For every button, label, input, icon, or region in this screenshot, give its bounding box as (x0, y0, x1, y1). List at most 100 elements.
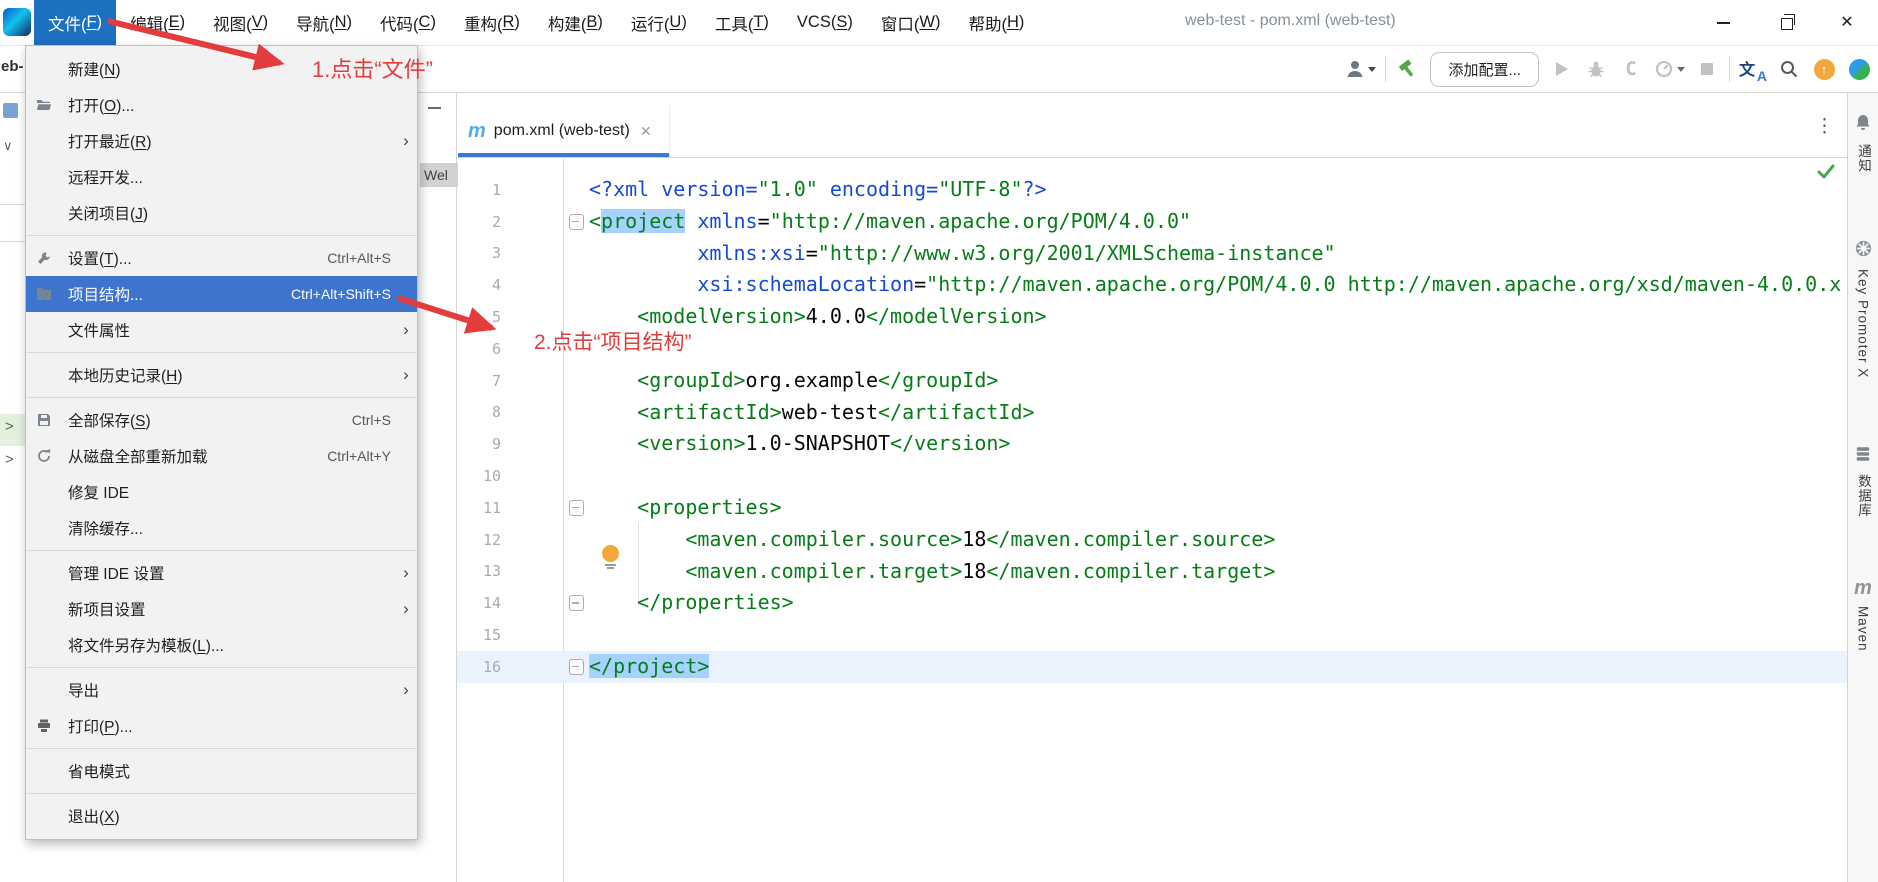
gradient-sphere-icon[interactable] (1846, 54, 1872, 84)
wrench-icon (36, 249, 62, 267)
code-line[interactable]: 1 <?xml version="1.0" encoding="UTF-8"?> (456, 174, 1848, 206)
menubar-item[interactable]: VCS(S) (783, 0, 867, 45)
menu-item[interactable]: 文件属性 › (26, 312, 417, 348)
menubar-item[interactable]: 视图(V) (199, 0, 282, 45)
menubar-item[interactable]: 帮助(H) (954, 0, 1038, 45)
menu-item[interactable]: 省电模式 (26, 753, 417, 789)
fold-marker-icon[interactable] (569, 213, 584, 230)
code-line[interactable]: 10 (456, 460, 1848, 492)
translate-icon[interactable]: 文A (1739, 54, 1767, 84)
search-icon[interactable] (1776, 54, 1802, 84)
menu-item-shortcut: Ctrl+S (351, 412, 391, 428)
menu-item[interactable]: 设置(T)... Ctrl+Alt+S (26, 240, 417, 276)
menu-item[interactable]: 本地历史记录(H) › (26, 357, 417, 393)
menubar-item[interactable]: 文件(F) (34, 0, 117, 45)
more-vertical-icon[interactable]: ⋮ (1815, 115, 1834, 138)
menubar-item[interactable]: 窗口(W) (867, 0, 955, 45)
code-line[interactable]: 2 <project xmlns="http://maven.apache.org… (456, 206, 1848, 238)
code-line[interactable]: 3 xmlns:xsi="http://www.w3.org/2001/XMLS… (456, 238, 1848, 270)
menu-item[interactable]: 关闭项目(J) (26, 195, 417, 231)
chevron-down-icon[interactable]: ∨ (3, 138, 13, 154)
menu-item[interactable]: 从磁盘全部重新加载 Ctrl+Alt+Y (26, 438, 417, 474)
update-arrow-icon[interactable]: ↑ (1811, 54, 1837, 84)
code-line[interactable]: 5 <modelVersion>4.0.0</modelVersion> (456, 301, 1848, 333)
restore-icon[interactable] (1754, 0, 1816, 45)
menu-item[interactable]: 打开最近(R) › (26, 123, 417, 159)
menu-item[interactable]: 新项目设置 › (26, 591, 417, 627)
menubar-item[interactable]: 构建(B) (534, 0, 617, 45)
menubar-item[interactable]: 工具(T) (701, 0, 783, 45)
stop-icon[interactable] (1694, 54, 1720, 84)
title-bar: 文件(F) 编辑(E) 视图(V) 导航(N) 代码(C) 重构(R) 构建(B) 运行(U)… (0, 0, 1878, 46)
menu-item[interactable]: 项目结构... Ctrl+Alt+Shift+S (26, 276, 417, 312)
debug-icon[interactable] (1583, 54, 1609, 84)
menu-item[interactable]: 清除缓存... (26, 510, 417, 546)
menu-item-label: 关闭项目(J) (68, 206, 149, 223)
fold-marker-icon[interactable] (569, 499, 584, 516)
tab-pom-xml[interactable]: m pom.xml (web-test) ✕ (458, 105, 670, 157)
file-menu-popup: 新建(N) 打开(O)... 打开最近(R) › 远程开发... 关闭项目(J) 设置(T)… (25, 45, 418, 840)
code-line[interactable]: 12 <maven.compiler.source>18</maven.comp… (456, 524, 1848, 556)
toolwindow-button[interactable]: m Maven (1848, 577, 1878, 652)
code-line[interactable]: 16 </project> (456, 650, 1848, 683)
submenu-arrow-icon: › (403, 680, 409, 699)
menu-item[interactable]: 打开(O)... (26, 87, 417, 123)
coverage-icon[interactable]: C (1618, 54, 1644, 84)
fold-marker-icon[interactable] (569, 658, 584, 675)
tool-window-edge: Wel (418, 93, 458, 882)
save-icon (36, 411, 62, 429)
hide-panel-icon[interactable] (428, 107, 441, 109)
code-line[interactable]: 14 </properties> (456, 587, 1848, 619)
menu-item-icon-slot (36, 564, 62, 582)
line-number: 14 (482, 594, 501, 613)
close-icon[interactable]: ✕ (1816, 0, 1878, 45)
code-text: <maven.compiler.target>18</maven.compile… (685, 558, 1276, 583)
intention-bulb-icon[interactable] (602, 545, 619, 569)
right-toolwindow-stripe: 通知 Key Promoter X 数据库 m Maven (1847, 93, 1878, 882)
code-viewport[interactable]: 1 <?xml version="1.0" encoding="UTF-8"?> 2… (456, 174, 1848, 683)
code-line[interactable]: 15 (456, 619, 1848, 651)
build-hammer-icon[interactable] (1395, 54, 1421, 84)
line-number: 15 (482, 626, 501, 645)
menu-separator (27, 397, 416, 398)
menu-item-label: 文件属性 (68, 323, 131, 340)
menu-item[interactable]: 管理 IDE 设置 › (26, 555, 417, 591)
menubar-item[interactable]: 代码(C) (366, 0, 450, 45)
menu-item[interactable]: 远程开发... (26, 159, 417, 195)
menu-item-shortcut: Ctrl+Alt+Y (327, 448, 391, 464)
user-icon[interactable] (1344, 54, 1377, 84)
menu-item[interactable]: 将文件另存为模板(L)... (26, 627, 417, 663)
menu-item[interactable]: 打印(P)... (26, 708, 417, 744)
toolbar-actions: 添加配置... C 文 A ↑ (1344, 46, 1872, 92)
profiler-icon[interactable] (1653, 54, 1685, 84)
chevron-right-icon[interactable]: > (5, 418, 14, 435)
menu-item[interactable]: 导出 › (26, 672, 417, 708)
code-line[interactable]: 9 <version>1.0-SNAPSHOT</version> (456, 428, 1848, 460)
menubar-item[interactable]: 重构(R) (450, 0, 534, 45)
code-line[interactable]: 8 <artifactId>web-test</artifactId> (456, 397, 1848, 429)
code-line[interactable]: 7 <groupId>org.example</groupId> (456, 365, 1848, 397)
menu-item[interactable]: 全部保存(S) Ctrl+S (26, 402, 417, 438)
close-tab-icon[interactable]: ✕ (640, 123, 652, 140)
menubar-item[interactable]: 运行(U) (617, 0, 701, 45)
menubar-item[interactable]: 编辑(E) (116, 0, 199, 45)
code-line[interactable]: 6 (456, 333, 1848, 365)
menu-item[interactable]: 新建(N) (26, 51, 417, 87)
code-text: <maven.compiler.source>18</maven.compile… (685, 526, 1276, 551)
toolwindow-button[interactable]: 通知 (1848, 113, 1878, 173)
toolwindow-button[interactable]: 数据库 (1848, 445, 1878, 518)
editor-tab-bar: m pom.xml (web-test) ✕ (456, 93, 1848, 158)
code-line[interactable]: 11 <properties> (456, 492, 1848, 524)
minimize-icon[interactable] (1692, 0, 1754, 45)
chevron-right-icon[interactable]: > (5, 451, 14, 468)
menu-item[interactable]: 修复 IDE (26, 474, 417, 510)
menubar-item[interactable]: 导航(N) (282, 0, 366, 45)
toolwindow-button[interactable]: Key Promoter X (1848, 239, 1878, 378)
fold-marker-icon[interactable] (569, 595, 584, 612)
menu-item-label: 新建(N) (68, 62, 121, 79)
menu-item[interactable]: 退出(X) (26, 798, 417, 834)
run-icon[interactable] (1548, 54, 1574, 84)
code-line[interactable]: 4 xsi:schemaLocation="http://maven.apach… (456, 269, 1848, 301)
code-line[interactable]: 13 <maven.compiler.target>18</maven.comp… (456, 556, 1848, 588)
add-configuration-button[interactable]: 添加配置... (1430, 51, 1539, 87)
